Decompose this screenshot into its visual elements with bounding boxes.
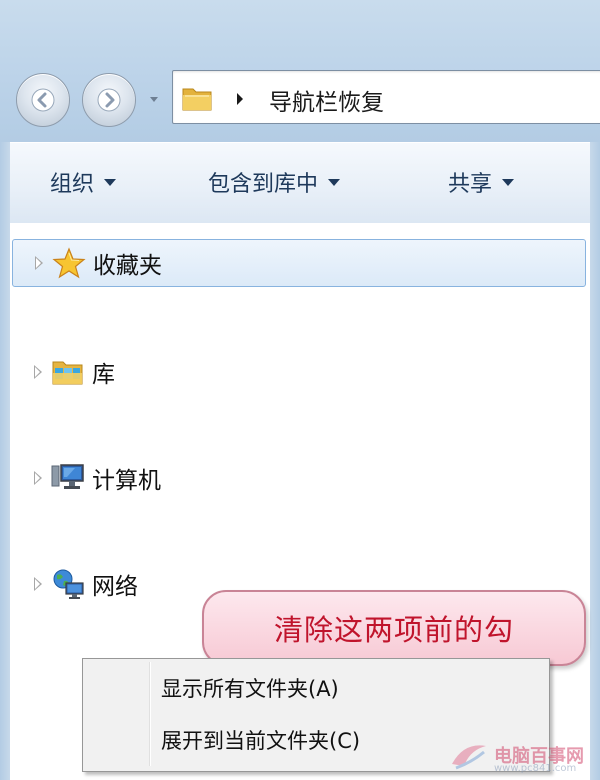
back-arrow-icon — [31, 88, 55, 112]
network-icon — [50, 566, 86, 602]
breadcrumb-current-folder[interactable]: 导航栏恢复 — [269, 83, 384, 117]
callout-bubble: 清除这两项前的勾 — [202, 590, 586, 666]
menu-item-show-all-folders[interactable]: 显示所有文件夹(A) — [161, 673, 339, 703]
star-icon — [51, 245, 87, 281]
include-in-library-button[interactable]: 包含到库中 — [208, 165, 341, 199]
menu-gutter-divider — [149, 662, 151, 766]
nav-item-libraries[interactable]: 库 — [12, 349, 584, 395]
expand-arrow-icon[interactable] — [34, 577, 42, 591]
expand-arrow-icon[interactable] — [34, 471, 42, 485]
forward-button[interactable] — [82, 73, 136, 127]
nav-item-computer[interactable]: 计算机 — [12, 455, 584, 501]
recent-pages-dropdown[interactable] — [147, 90, 161, 110]
caret-down-icon — [328, 178, 341, 186]
share-label: 共享 — [448, 172, 493, 197]
expand-arrow-icon[interactable] — [34, 365, 42, 379]
menu-item-expand-to-current-folder[interactable]: 展开到当前文件夹(C) — [161, 725, 360, 755]
organize-menu-button[interactable]: 组织 — [50, 165, 117, 199]
caret-down-icon — [104, 178, 117, 186]
watermark-url: www.pc841.com — [494, 763, 577, 774]
include-in-library-label: 包含到库中 — [208, 172, 319, 197]
command-bar: 组织 包含到库中 共享 — [10, 142, 590, 224]
computer-icon — [50, 460, 86, 496]
chevron-down-icon — [150, 97, 158, 102]
organize-label: 组织 — [50, 172, 95, 197]
window-frame-right — [590, 142, 600, 780]
share-menu-button[interactable]: 共享 — [448, 165, 515, 199]
nav-item-favorites[interactable]: 收藏夹 — [12, 239, 586, 287]
back-button[interactable] — [16, 73, 70, 127]
address-bar[interactable]: 导航栏恢复 — [172, 70, 600, 124]
folder-icon — [181, 83, 215, 117]
nav-item-label: 计算机 — [92, 468, 161, 494]
caret-down-icon — [502, 178, 515, 186]
nav-item-label: 网络 — [92, 574, 138, 600]
forward-arrow-icon — [97, 88, 121, 112]
expand-arrow-icon[interactable] — [35, 256, 43, 270]
watermark-swirl-icon — [452, 745, 486, 770]
nav-item-label: 库 — [92, 362, 115, 388]
library-icon — [50, 354, 86, 390]
nav-item-label: 收藏夹 — [93, 253, 162, 279]
window-frame-left — [0, 142, 10, 780]
breadcrumb-separator-icon[interactable] — [235, 91, 245, 110]
watermark-logo: 电脑百事网 www.pc841.com — [448, 738, 598, 778]
callout-text: 清除这两项前的勾 — [273, 613, 514, 647]
